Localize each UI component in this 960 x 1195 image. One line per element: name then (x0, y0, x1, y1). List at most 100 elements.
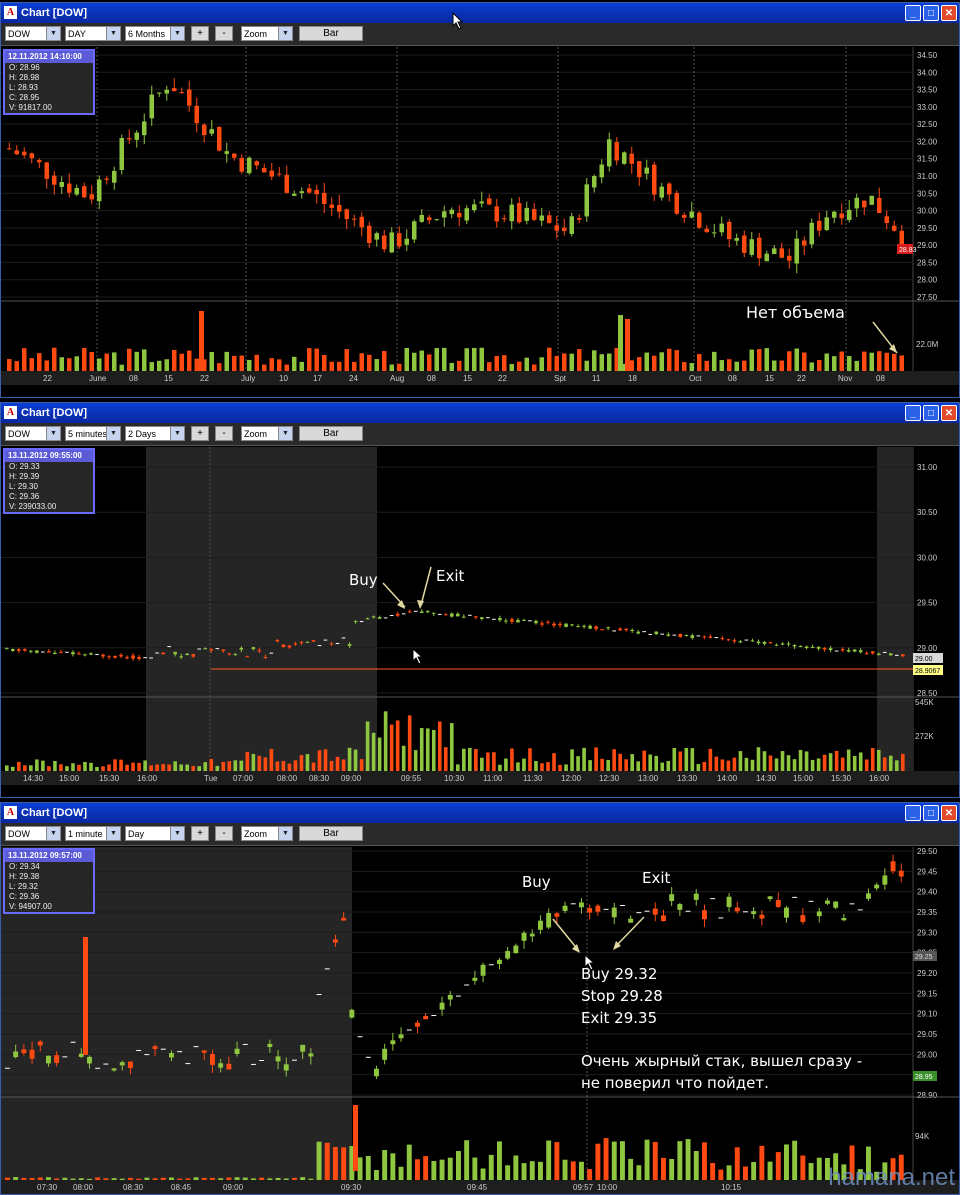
volume-bar (644, 1139, 650, 1180)
symbol-select[interactable]: DOW ▼ (5, 826, 61, 841)
volume-bar (404, 347, 409, 371)
price-bar (502, 218, 507, 220)
volume-bar (828, 753, 833, 771)
title-bar[interactable]: A Chart [DOW] _ □ ✕ (1, 3, 959, 23)
interval-select[interactable]: 5 minutes ▼ (65, 426, 121, 441)
price-bar (125, 656, 129, 659)
price-bar (29, 1049, 35, 1059)
time-tick-label: Aug (390, 374, 404, 383)
close-button[interactable]: ✕ (941, 405, 957, 421)
zoom-in-button[interactable]: + (191, 826, 209, 841)
chart-canvas[interactable]: 29.50 29.45 29.40 29.35 29.30 29.25 29.20 29.15… (1, 847, 959, 1194)
range-select[interactable]: 2 Days ▼ (125, 426, 185, 441)
minimize-button[interactable]: _ (905, 5, 921, 21)
volume-bar (221, 761, 226, 771)
range-select[interactable]: 6 Months ▼ (125, 26, 185, 41)
volume-bar (136, 1178, 142, 1180)
price-bar (277, 173, 282, 175)
range-select[interactable]: Day ▼ (125, 826, 185, 841)
price-bar (299, 191, 304, 194)
interval-select[interactable]: DAY ▼ (65, 26, 121, 41)
maximize-button[interactable]: □ (923, 5, 939, 21)
volume-bar (894, 760, 899, 771)
interval-value: 5 minutes (68, 429, 108, 439)
zoom-in-button[interactable]: + (191, 26, 209, 41)
volume-bar (809, 362, 814, 371)
price-bar (592, 176, 597, 188)
zoom-out-button[interactable]: - (215, 826, 233, 841)
symbol-select[interactable]: DOW ▼ (5, 26, 61, 41)
price-bar (13, 1051, 19, 1058)
title-bar[interactable]: A Chart [DOW] _ □ ✕ (1, 803, 959, 823)
zoom-select[interactable]: Zoom ▼ (241, 826, 293, 841)
price-tick-label: 30.00 (917, 207, 938, 216)
volume-bar (292, 1177, 297, 1180)
volume-bar (494, 356, 499, 371)
minimize-button[interactable]: _ (905, 805, 921, 821)
interval-select[interactable]: 1 minute ▼ (65, 826, 121, 841)
price-bar (262, 168, 267, 173)
volume-bar (365, 1155, 371, 1180)
price-bar (579, 902, 584, 908)
volume-tick-label: 272K (915, 732, 934, 741)
price-chart[interactable]: 29.50 29.45 29.40 29.35 29.30 29.25 29.20 29.15… (1, 847, 959, 1194)
volume-bar (570, 749, 574, 771)
volume-bar (54, 1178, 60, 1180)
maximize-button[interactable]: □ (923, 405, 939, 421)
price-tick-label: 34.00 (917, 68, 938, 77)
volume-bar (5, 765, 9, 771)
volume-bar (468, 747, 472, 771)
price-bar (540, 623, 544, 625)
time-tick-label: 11:00 (483, 774, 503, 783)
volume-bar (227, 761, 232, 771)
chart-style-button[interactable]: Bar (299, 826, 363, 841)
price-tick-label: 29.00 (917, 241, 938, 250)
minimize-button[interactable]: _ (905, 405, 921, 421)
price-bar (173, 651, 177, 655)
chart-window-daily: A Chart [DOW] _ □ ✕ DOW ▼ DAY ▼ 6 Months ▼ … (0, 2, 960, 398)
zoom-in-button[interactable]: + (191, 426, 209, 441)
title-bar[interactable]: A Chart [DOW] _ □ ✕ (1, 403, 959, 423)
volume-bar (152, 1178, 158, 1180)
chart-style-button[interactable]: Bar (299, 426, 363, 441)
price-chart[interactable]: 31.00 30.50 30.00 29.50 29.00 28.50 14:30 15:00… (1, 447, 959, 785)
price-bar (431, 612, 436, 614)
price-bar (104, 178, 109, 180)
symbol-value: DOW (8, 29, 30, 39)
volume-bar (824, 353, 829, 371)
volume-bar (201, 1177, 207, 1180)
symbol-select[interactable]: DOW ▼ (5, 426, 61, 441)
chevron-down-icon: ▼ (106, 27, 120, 40)
close-button[interactable]: ✕ (941, 805, 957, 821)
volume-bar (439, 1159, 445, 1180)
price-bar (524, 207, 529, 221)
volume-bar (462, 748, 466, 771)
volume-bar (727, 359, 732, 371)
volume-bar (628, 1158, 634, 1180)
time-tick-label: 15 (463, 374, 472, 383)
zoom-out-button[interactable]: - (215, 26, 233, 41)
zoom-select[interactable]: Zoom ▼ (241, 426, 293, 441)
price-bar (666, 634, 671, 636)
volume-bar (5, 1177, 10, 1180)
volume-bar (480, 1168, 486, 1180)
price-bar (137, 657, 141, 660)
close-button[interactable]: ✕ (941, 5, 957, 21)
chart-style-button[interactable]: Bar (299, 26, 363, 41)
price-bar (750, 640, 755, 642)
price-bar (839, 213, 844, 219)
maximize-button[interactable]: □ (923, 805, 939, 821)
volume-tick-label: 545K (915, 698, 934, 707)
price-bar (202, 124, 207, 136)
volume-bar (636, 761, 641, 771)
zoom-out-button[interactable]: - (215, 426, 233, 441)
price-bar (299, 642, 304, 644)
chart-canvas[interactable]: 31.0030.5030.0029.5029.0028.5014:30 15:00… (1, 447, 959, 785)
volume-bar (742, 360, 747, 371)
price-bar (689, 211, 694, 218)
chart-canvas[interactable]: 34.50 34.00 33.50 33.00 32.50 32.00 31.50 31.00… (1, 47, 959, 385)
zoom-select[interactable]: Zoom ▼ (241, 26, 293, 41)
info-low: L: 29.30 (9, 482, 38, 491)
volume-bar (620, 1141, 625, 1180)
price-chart[interactable]: 34.50 34.00 33.50 33.00 32.50 32.00 31.50 31.00… (1, 47, 959, 385)
